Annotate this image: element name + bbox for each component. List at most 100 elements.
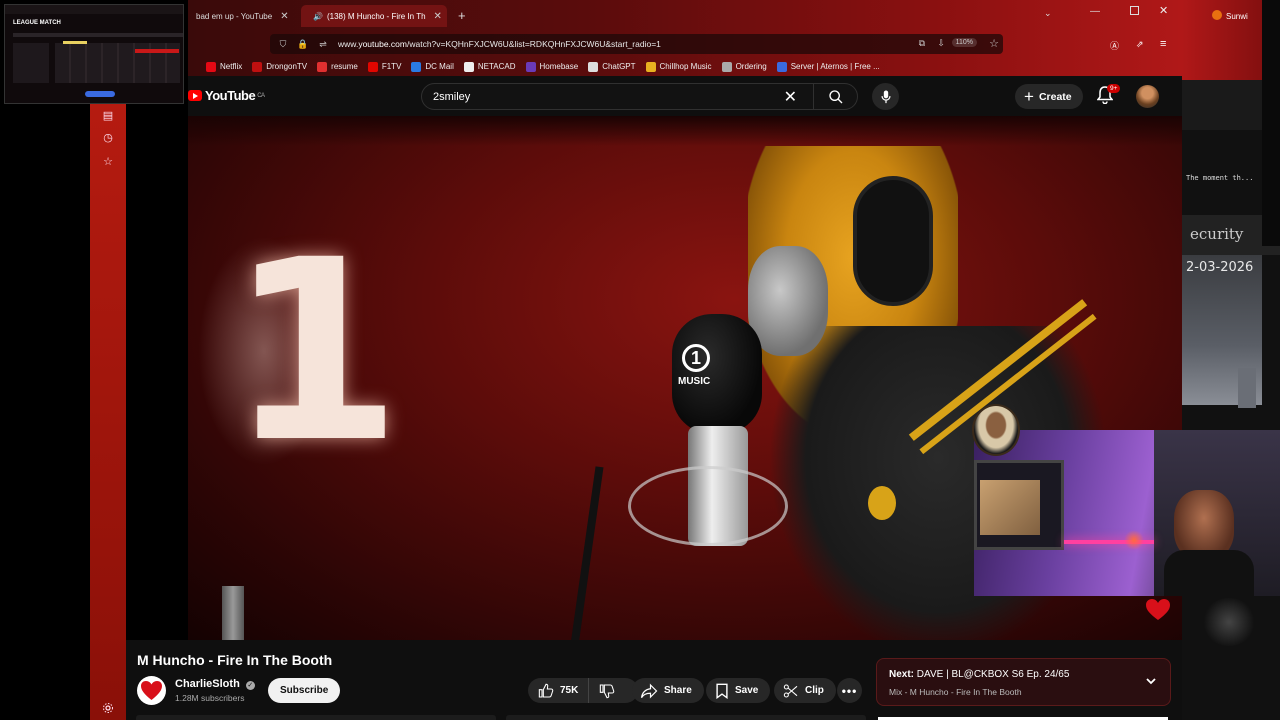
game-thumbnail-overlay: LEAGUE MATCH <box>4 4 184 104</box>
bookmark-f1tv[interactable]: F1TV <box>367 61 401 72</box>
like-button[interactable]: 75K <box>528 678 590 703</box>
thumbs-down-icon <box>600 683 615 698</box>
minimize-icon[interactable]: — <box>1090 6 1100 17</box>
bookmark-resume[interactable]: resume <box>317 61 358 72</box>
zoom-level[interactable]: 110% <box>951 38 977 47</box>
share-icon <box>640 683 658 698</box>
subscribe-button[interactable]: Subscribe <box>268 678 341 703</box>
bookmark-favicon-icon <box>645 61 656 72</box>
youtube-header: YouTube CA 2smiley ✕ + Create 9+ <box>188 76 1182 116</box>
mic-badge: 1 <box>682 344 710 372</box>
tab-label[interactable]: Sunwi <box>1226 12 1248 21</box>
bookmark-dc-mail[interactable]: DC Mail <box>411 61 454 72</box>
tab-m-huncho[interactable]: 🔊 (138) M Huncho - Fire In Th ✕ <box>301 5 447 27</box>
subscriber-count: 1.28M subscribers <box>175 693 245 703</box>
bookmark-favicon-icon <box>367 61 378 72</box>
streamer-logo <box>972 404 1020 456</box>
bookmark-netacad[interactable]: NETACAD <box>463 61 516 72</box>
clip-button[interactable]: Clip <box>774 678 836 703</box>
user-avatar[interactable] <box>1136 85 1159 108</box>
shield-icon[interactable]: ⛉ <box>276 37 290 51</box>
channel-name[interactable]: CharlieSloth ✓ <box>175 678 255 690</box>
tab-close-icon[interactable]: ✕ <box>280 11 288 22</box>
star-icon[interactable]: ☆ <box>102 156 114 168</box>
bookmark-homebase[interactable]: Homebase <box>525 61 578 72</box>
headphones <box>853 176 933 306</box>
bookmark-icon <box>716 683 728 699</box>
microphone-head: 1 MUSIC <box>672 314 762 434</box>
streamer-webcam <box>974 430 1280 596</box>
notification-badge: 9+ <box>1107 84 1121 93</box>
tab-bad-em-up[interactable]: bad em up - YouTube ✕ <box>188 5 296 27</box>
shock-mount <box>628 466 788 546</box>
create-button[interactable]: + Create <box>1015 84 1083 109</box>
search-box[interactable]: 2smiley ✕ <box>421 83 858 110</box>
scissors-icon <box>783 683 798 698</box>
next-video-subtitle: Mix - M Huncho - Fire In The Booth <box>889 687 1022 697</box>
youtube-logo[interactable]: YouTube CA <box>188 88 265 103</box>
bookmark-server-aternos-free[interactable]: Server | Aternos | Free ... <box>776 61 880 72</box>
video-info: M Huncho - Fire In The Booth CharlieSlot… <box>126 640 1182 720</box>
chevron-down-icon[interactable] <box>1145 674 1157 692</box>
address-bar[interactable]: ⛉ 🔒 ⇌ www.youtube.com/watch?v=KQHnFXJCW6… <box>270 34 1003 54</box>
bookmark-chatgpt[interactable]: ChatGPT <box>588 61 636 72</box>
history-icon[interactable]: ◷ <box>102 132 114 144</box>
bookmark-favicon-icon <box>721 61 732 72</box>
save-button[interactable]: Save <box>706 678 771 703</box>
url-text[interactable]: www.youtube.com/watch?v=KQHnFXJCW6U&list… <box>338 39 661 49</box>
microphone-icon <box>880 89 891 103</box>
search-input[interactable]: 2smiley <box>433 91 784 103</box>
permissions-icon[interactable]: ⇌ <box>316 37 330 51</box>
verified-icon: ✓ <box>245 681 255 690</box>
account-icon[interactable]: Ⓐ <box>1110 39 1119 52</box>
bookmark-favicon-icon <box>411 61 422 72</box>
clear-search-icon[interactable]: ✕ <box>784 87 797 107</box>
close-window-icon[interactable]: ✕ <box>1159 4 1168 17</box>
picture-in-picture-icon[interactable]: ⧉ <box>919 38 925 49</box>
maximize-icon[interactable] <box>1130 6 1139 15</box>
menu-icon[interactable]: ≡ <box>1160 38 1166 50</box>
thumbnail-title: LEAGUE MATCH <box>13 20 61 26</box>
playlist-icon[interactable]: ▤ <box>102 110 114 122</box>
tab-list-icon[interactable]: ⌄ <box>1044 8 1052 19</box>
mic-stand <box>570 466 604 640</box>
speaker-icon[interactable]: 🔊 <box>313 12 323 21</box>
download-icon[interactable]: ⇩ <box>937 38 945 49</box>
bookmark-favicon-icon <box>252 61 263 72</box>
video-title: M Huncho - Fire In The Booth <box>137 652 333 668</box>
side-text: The moment th... <box>1186 174 1254 182</box>
yt-left-sidebar: ▤ ◷ ☆ <box>90 104 126 720</box>
bookmark-favicon-icon <box>525 61 536 72</box>
bookmark-chillhop-music[interactable]: Chillhop Music <box>645 61 712 72</box>
more-actions-button[interactable]: ••• <box>837 678 862 703</box>
new-tab-icon[interactable]: + <box>458 8 466 23</box>
more-icon: ••• <box>841 683 858 698</box>
search-button[interactable] <box>813 83 857 110</box>
like-dislike-group: 75K <box>528 678 638 703</box>
tab-close-icon[interactable]: ✕ <box>434 11 442 22</box>
lock-icon[interactable]: 🔒 <box>296 37 310 51</box>
security-heading: ecurity <box>1190 225 1244 243</box>
date-text: 2-03-2026 <box>1186 260 1254 275</box>
next-video-panel[interactable]: Next: DAVE | BL@CKBOX S6 Ep. 24/65 Mix -… <box>876 658 1171 706</box>
dislike-button[interactable] <box>589 678 625 703</box>
settings-gear-icon[interactable] <box>102 701 114 713</box>
secondary-window: Sunwi The moment th... ecurity 2-03-2026 <box>1182 0 1280 720</box>
mic-label: MUSIC <box>678 376 711 387</box>
search-icon <box>828 89 842 103</box>
bookmark-ordering[interactable]: Ordering <box>721 61 767 72</box>
channel-watermark-icon[interactable] <box>1145 598 1171 622</box>
youtube-play-icon <box>188 90 202 101</box>
bookmark-favicon-icon <box>776 61 787 72</box>
bookmark-star-icon[interactable]: ☆ <box>989 37 999 50</box>
bookmark-favicon-icon <box>206 61 216 72</box>
booth-number: 1 <box>228 206 402 497</box>
bookmark-drongontv[interactable]: DrongonTV <box>252 61 307 72</box>
channel-avatar[interactable] <box>137 676 166 705</box>
share-button[interactable]: Share <box>632 678 704 703</box>
notifications-button[interactable]: 9+ <box>1096 84 1121 106</box>
bookmark-favicon-icon <box>463 61 474 72</box>
extensions-icon[interactable]: ⇗ <box>1136 39 1144 50</box>
voice-search-button[interactable] <box>872 83 899 110</box>
bookmark-netflix[interactable]: Netflix <box>206 61 242 72</box>
